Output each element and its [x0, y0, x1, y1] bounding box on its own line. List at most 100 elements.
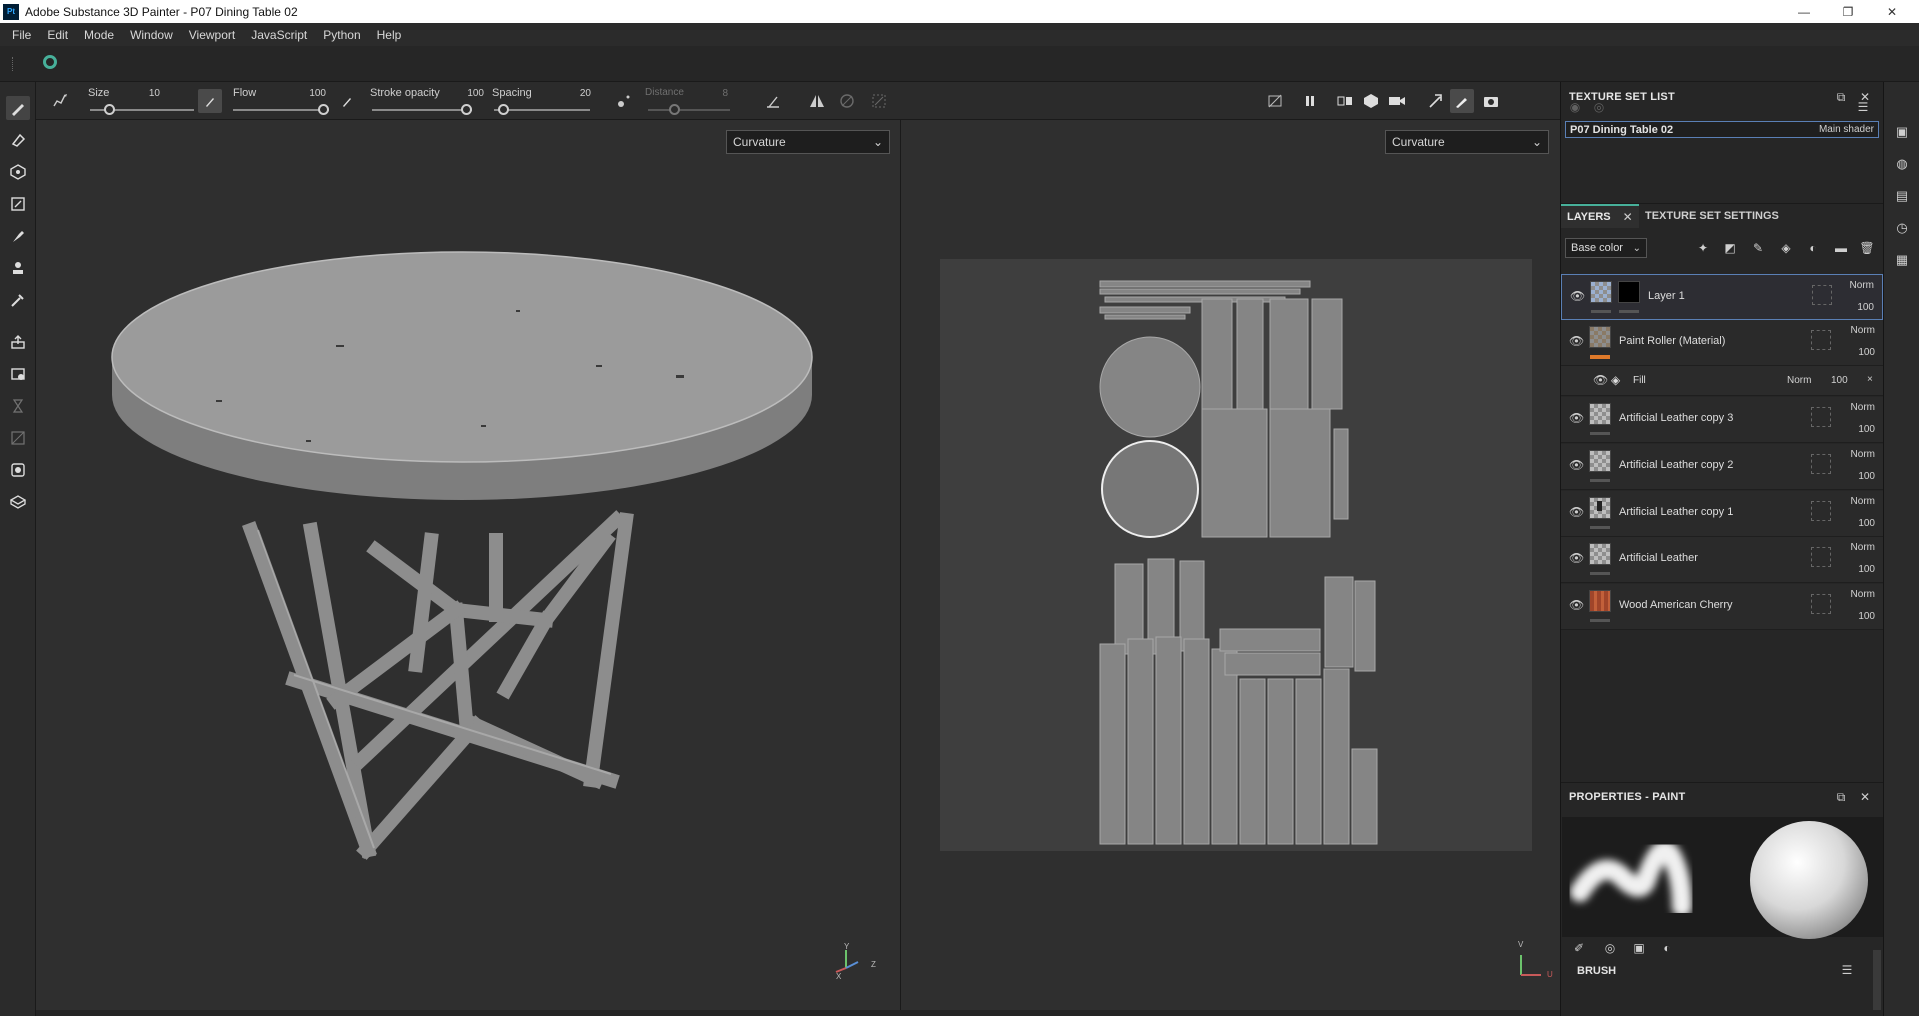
layer-opacity[interactable]: 100 — [1858, 471, 1875, 482]
hide-all-icon[interactable]: ◉ — [1567, 99, 1583, 115]
texture-set-shader[interactable]: Main shader — [1819, 124, 1874, 135]
menu-edit[interactable]: Edit — [39, 28, 76, 42]
paint-mode-icon[interactable] — [1450, 89, 1474, 113]
symmetry-mirror-icon[interactable] — [839, 93, 855, 112]
layer-opacity[interactable]: 100 — [1858, 424, 1875, 435]
eraser-tool-icon[interactable] — [6, 128, 30, 152]
eye-icon[interactable]: 👁 — [1569, 598, 1585, 614]
layer-row[interactable]: 👁 Artificial Leather Norm 100 — [1561, 537, 1883, 583]
stroke-opacity-value[interactable]: 100 — [464, 88, 484, 99]
fill-effect-row[interactable]: 👁 ◈ Fill Norm 100 × — [1561, 366, 1883, 396]
effect-opacity[interactable]: 100 — [1831, 375, 1848, 386]
flow-slider-handle[interactable] — [318, 104, 329, 115]
channel-select[interactable]: Base color ⌄ — [1565, 238, 1647, 258]
stroke-opacity-slider[interactable] — [372, 109, 472, 111]
size-slider-handle[interactable] — [103, 104, 115, 115]
menu-viewport[interactable]: Viewport — [181, 28, 243, 42]
add-smart-material-icon[interactable]: ◐ — [1805, 240, 1821, 256]
show-all-icon[interactable]: ◎ — [1591, 99, 1607, 115]
layer-opacity[interactable]: 100 — [1858, 347, 1875, 358]
uv-layout-canvas[interactable] — [940, 259, 1532, 851]
environment-icon[interactable] — [1423, 89, 1447, 113]
pause-icon[interactable] — [1298, 89, 1322, 113]
layer-row[interactable]: 👁 Paint Roller (Material) Norm 100 — [1561, 320, 1883, 366]
menu-help[interactable]: Help — [369, 28, 410, 42]
effect-name[interactable]: Fill — [1633, 375, 1646, 386]
paint-brush-tool-icon[interactable] — [6, 96, 30, 120]
layer-row[interactable]: 👁 Wood American Cherry Norm 100 — [1561, 584, 1883, 630]
blend-mode[interactable]: Norm — [1851, 402, 1875, 413]
blend-mode[interactable]: Norm — [1851, 449, 1875, 460]
blend-mode[interactable]: Norm — [1851, 542, 1875, 553]
layer-mask-slot[interactable] — [1811, 454, 1831, 474]
view-mode-icon[interactable] — [1333, 89, 1357, 113]
eye-icon[interactable]: 👁 — [1569, 458, 1585, 474]
add-fill-layer-icon[interactable]: ◈ — [1778, 240, 1794, 256]
eye-icon[interactable]: 👁 — [1570, 289, 1586, 305]
remove-effect-icon[interactable]: × — [1867, 374, 1873, 385]
layer-name[interactable]: Paint Roller (Material) — [1619, 335, 1725, 347]
layer-opacity[interactable]: 100 — [1858, 518, 1875, 529]
layer-mask-slot[interactable] — [1812, 285, 1832, 305]
layer-opacity[interactable]: 100 — [1857, 302, 1874, 313]
eye-icon[interactable]: 👁 — [1569, 334, 1585, 350]
layer-row[interactable]: 👁 Artificial Leather copy 3 Norm 100 — [1561, 397, 1883, 443]
texture-set-item[interactable]: P07 Dining Table 02 Main shader — [1565, 121, 1879, 138]
effect-blend-mode[interactable]: Norm — [1787, 375, 1811, 386]
menu-lines-icon[interactable]: ☰ — [1839, 962, 1855, 978]
brush-alpha-icon[interactable]: ✐ — [1571, 940, 1587, 956]
layer-mask-slot[interactable] — [1811, 330, 1831, 350]
layer-name[interactable]: Artificial Leather copy 1 — [1619, 506, 1733, 518]
close-window-button[interactable]: ✕ — [1870, 0, 1914, 23]
color-picker-tool-icon[interactable] — [6, 288, 30, 312]
viewport-2d-channel-select[interactable]: Curvature ⌄ — [1385, 130, 1549, 154]
polygon-fill-tool-icon[interactable] — [6, 192, 30, 216]
display-settings-icon[interactable]: ◍ — [1892, 154, 1912, 174]
cube-icon[interactable] — [1359, 89, 1383, 113]
flow-value[interactable]: 100 — [306, 88, 326, 99]
texture-set-settings-icon[interactable]: ▣ — [1892, 122, 1912, 142]
sync-status-icon[interactable] — [43, 55, 57, 69]
menu-file[interactable]: File — [4, 28, 39, 42]
layer-name[interactable]: Layer 1 — [1648, 290, 1685, 302]
tab-texture-set-settings[interactable]: TEXTURE SET SETTINGS — [1645, 204, 1779, 228]
blend-mode[interactable]: Norm — [1851, 325, 1875, 336]
menu-window[interactable]: Window — [122, 28, 181, 42]
scrollbar[interactable] — [1873, 950, 1881, 1010]
layer-name[interactable]: Artificial Leather copy 3 — [1619, 412, 1733, 424]
layer-opacity[interactable]: 100 — [1858, 611, 1875, 622]
hide-icon[interactable] — [1263, 89, 1287, 113]
layer-row[interactable]: 👁 Layer 1 Norm 100 — [1561, 274, 1883, 320]
camera-view-icon[interactable] — [1385, 89, 1409, 113]
transform-icon[interactable] — [871, 93, 887, 112]
brush-presets-icon[interactable] — [51, 91, 69, 112]
history-icon[interactable]: ◷ — [1892, 218, 1912, 238]
blend-mode[interactable]: Norm — [1851, 496, 1875, 507]
clone-tool-icon[interactable] — [6, 256, 30, 280]
layer-name[interactable]: Artificial Leather copy 2 — [1619, 459, 1733, 471]
minimize-button[interactable]: — — [1782, 0, 1826, 23]
layer-row[interactable]: 👁 Artificial Leather copy 2 Norm 100 — [1561, 444, 1883, 490]
blend-mode[interactable]: Norm — [1850, 280, 1874, 291]
add-effect-icon[interactable]: ✦ — [1695, 240, 1711, 256]
layer-mask-slot[interactable] — [1811, 594, 1831, 614]
tab-layers[interactable]: LAYERS ✕ — [1561, 204, 1639, 228]
symmetry-icon[interactable] — [808, 93, 826, 112]
flow-slider[interactable] — [233, 109, 329, 111]
eye-icon[interactable]: 👁 — [1593, 373, 1609, 389]
eye-icon[interactable]: 👁 — [1569, 551, 1585, 567]
brush-stencil-icon[interactable]: ▣ — [1631, 940, 1647, 956]
flow-pressure-toggle-icon[interactable] — [335, 89, 359, 113]
menu-python[interactable]: Python — [315, 28, 368, 42]
shelf-icon[interactable] — [6, 362, 30, 386]
log-icon[interactable]: ▦ — [1892, 250, 1912, 270]
lazy-mouse-icon[interactable] — [617, 94, 631, 111]
model-icon[interactable] — [6, 490, 30, 514]
display-settings-icon[interactable] — [6, 458, 30, 482]
screenshot-camera-icon[interactable] — [1479, 89, 1503, 113]
menu-javascript[interactable]: JavaScript — [243, 28, 315, 42]
brush-material-icon[interactable]: ◐ — [1659, 940, 1675, 956]
mask-thumbnail[interactable] — [1618, 281, 1640, 303]
add-paint-layer-icon[interactable]: ✎ — [1750, 240, 1766, 256]
layer-mask-slot[interactable] — [1811, 407, 1831, 427]
